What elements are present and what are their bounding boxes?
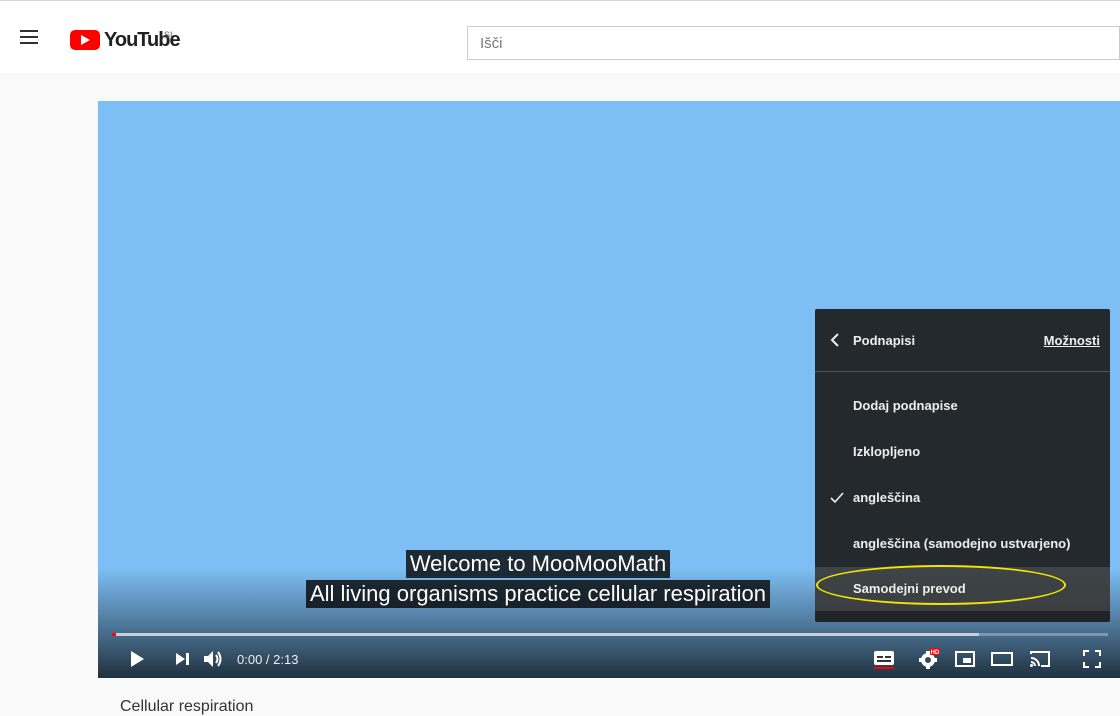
menu-item-english-auto[interactable]: angleščina (samodejno ustvarjeno) <box>815 522 1110 566</box>
search-input[interactable] <box>467 26 1120 60</box>
caption-line-2: All living organisms practice cellular r… <box>305 580 771 608</box>
menu-item-english[interactable]: angleščina <box>815 476 1110 520</box>
progress-played <box>112 633 116 636</box>
time-current: 0:00 <box>237 652 263 667</box>
theater-icon[interactable] <box>991 647 1013 671</box>
check-icon <box>830 491 844 509</box>
chevron-left-icon[interactable] <box>830 333 840 352</box>
menu-item-label: Samodejni prevod <box>853 581 966 596</box>
volume-icon[interactable] <box>204 647 224 671</box>
subtitles-settings-menu: Podnapisi Možnosti Dodaj podnapise Izklo… <box>815 309 1110 622</box>
subtitles-icon[interactable] <box>873 647 895 671</box>
miniplayer-icon[interactable] <box>955 647 975 671</box>
menu-title[interactable]: Podnapisi <box>853 333 915 348</box>
time-total: 2:13 <box>273 652 299 667</box>
options-link[interactable]: Možnosti <box>1044 333 1100 348</box>
hamburger-menu-icon[interactable] <box>18 30 42 48</box>
menu-item-label: angleščina <box>853 490 921 505</box>
control-bar: 0:00 / 2:13 HD <box>98 641 1120 677</box>
hd-badge: HD <box>931 650 940 656</box>
progress-bar[interactable] <box>112 633 1108 636</box>
cast-icon[interactable] <box>1029 647 1051 671</box>
progress-buffered <box>112 633 979 636</box>
top-bar: YouTube SI <box>0 0 1120 73</box>
fullscreen-icon[interactable] <box>1083 647 1101 671</box>
video-title: Cellular respiration <box>120 698 254 715</box>
play-icon[interactable] <box>131 647 144 671</box>
next-icon[interactable] <box>176 647 190 671</box>
menu-item-add-subtitles[interactable]: Dodaj podnapise <box>815 384 1110 428</box>
settings-icon[interactable]: HD <box>918 647 940 671</box>
menu-item-off[interactable]: Izklopljeno <box>815 430 1110 474</box>
menu-item-label: angleščina (samodejno ustvarjeno) <box>853 536 1071 551</box>
logo-region: SI <box>164 30 173 40</box>
time-separator: / <box>262 652 274 667</box>
menu-item-auto-translate[interactable]: Samodejni prevod <box>815 567 1110 611</box>
menu-header: Podnapisi Možnosti <box>815 309 1110 372</box>
menu-item-label: Dodaj podnapise <box>853 398 958 413</box>
caption-line-1: Welcome to MooMooMath <box>405 550 671 578</box>
youtube-play-icon <box>70 30 100 50</box>
time-display: 0:00 / 2:13 <box>237 652 298 667</box>
menu-item-label: Izklopljeno <box>853 444 921 459</box>
